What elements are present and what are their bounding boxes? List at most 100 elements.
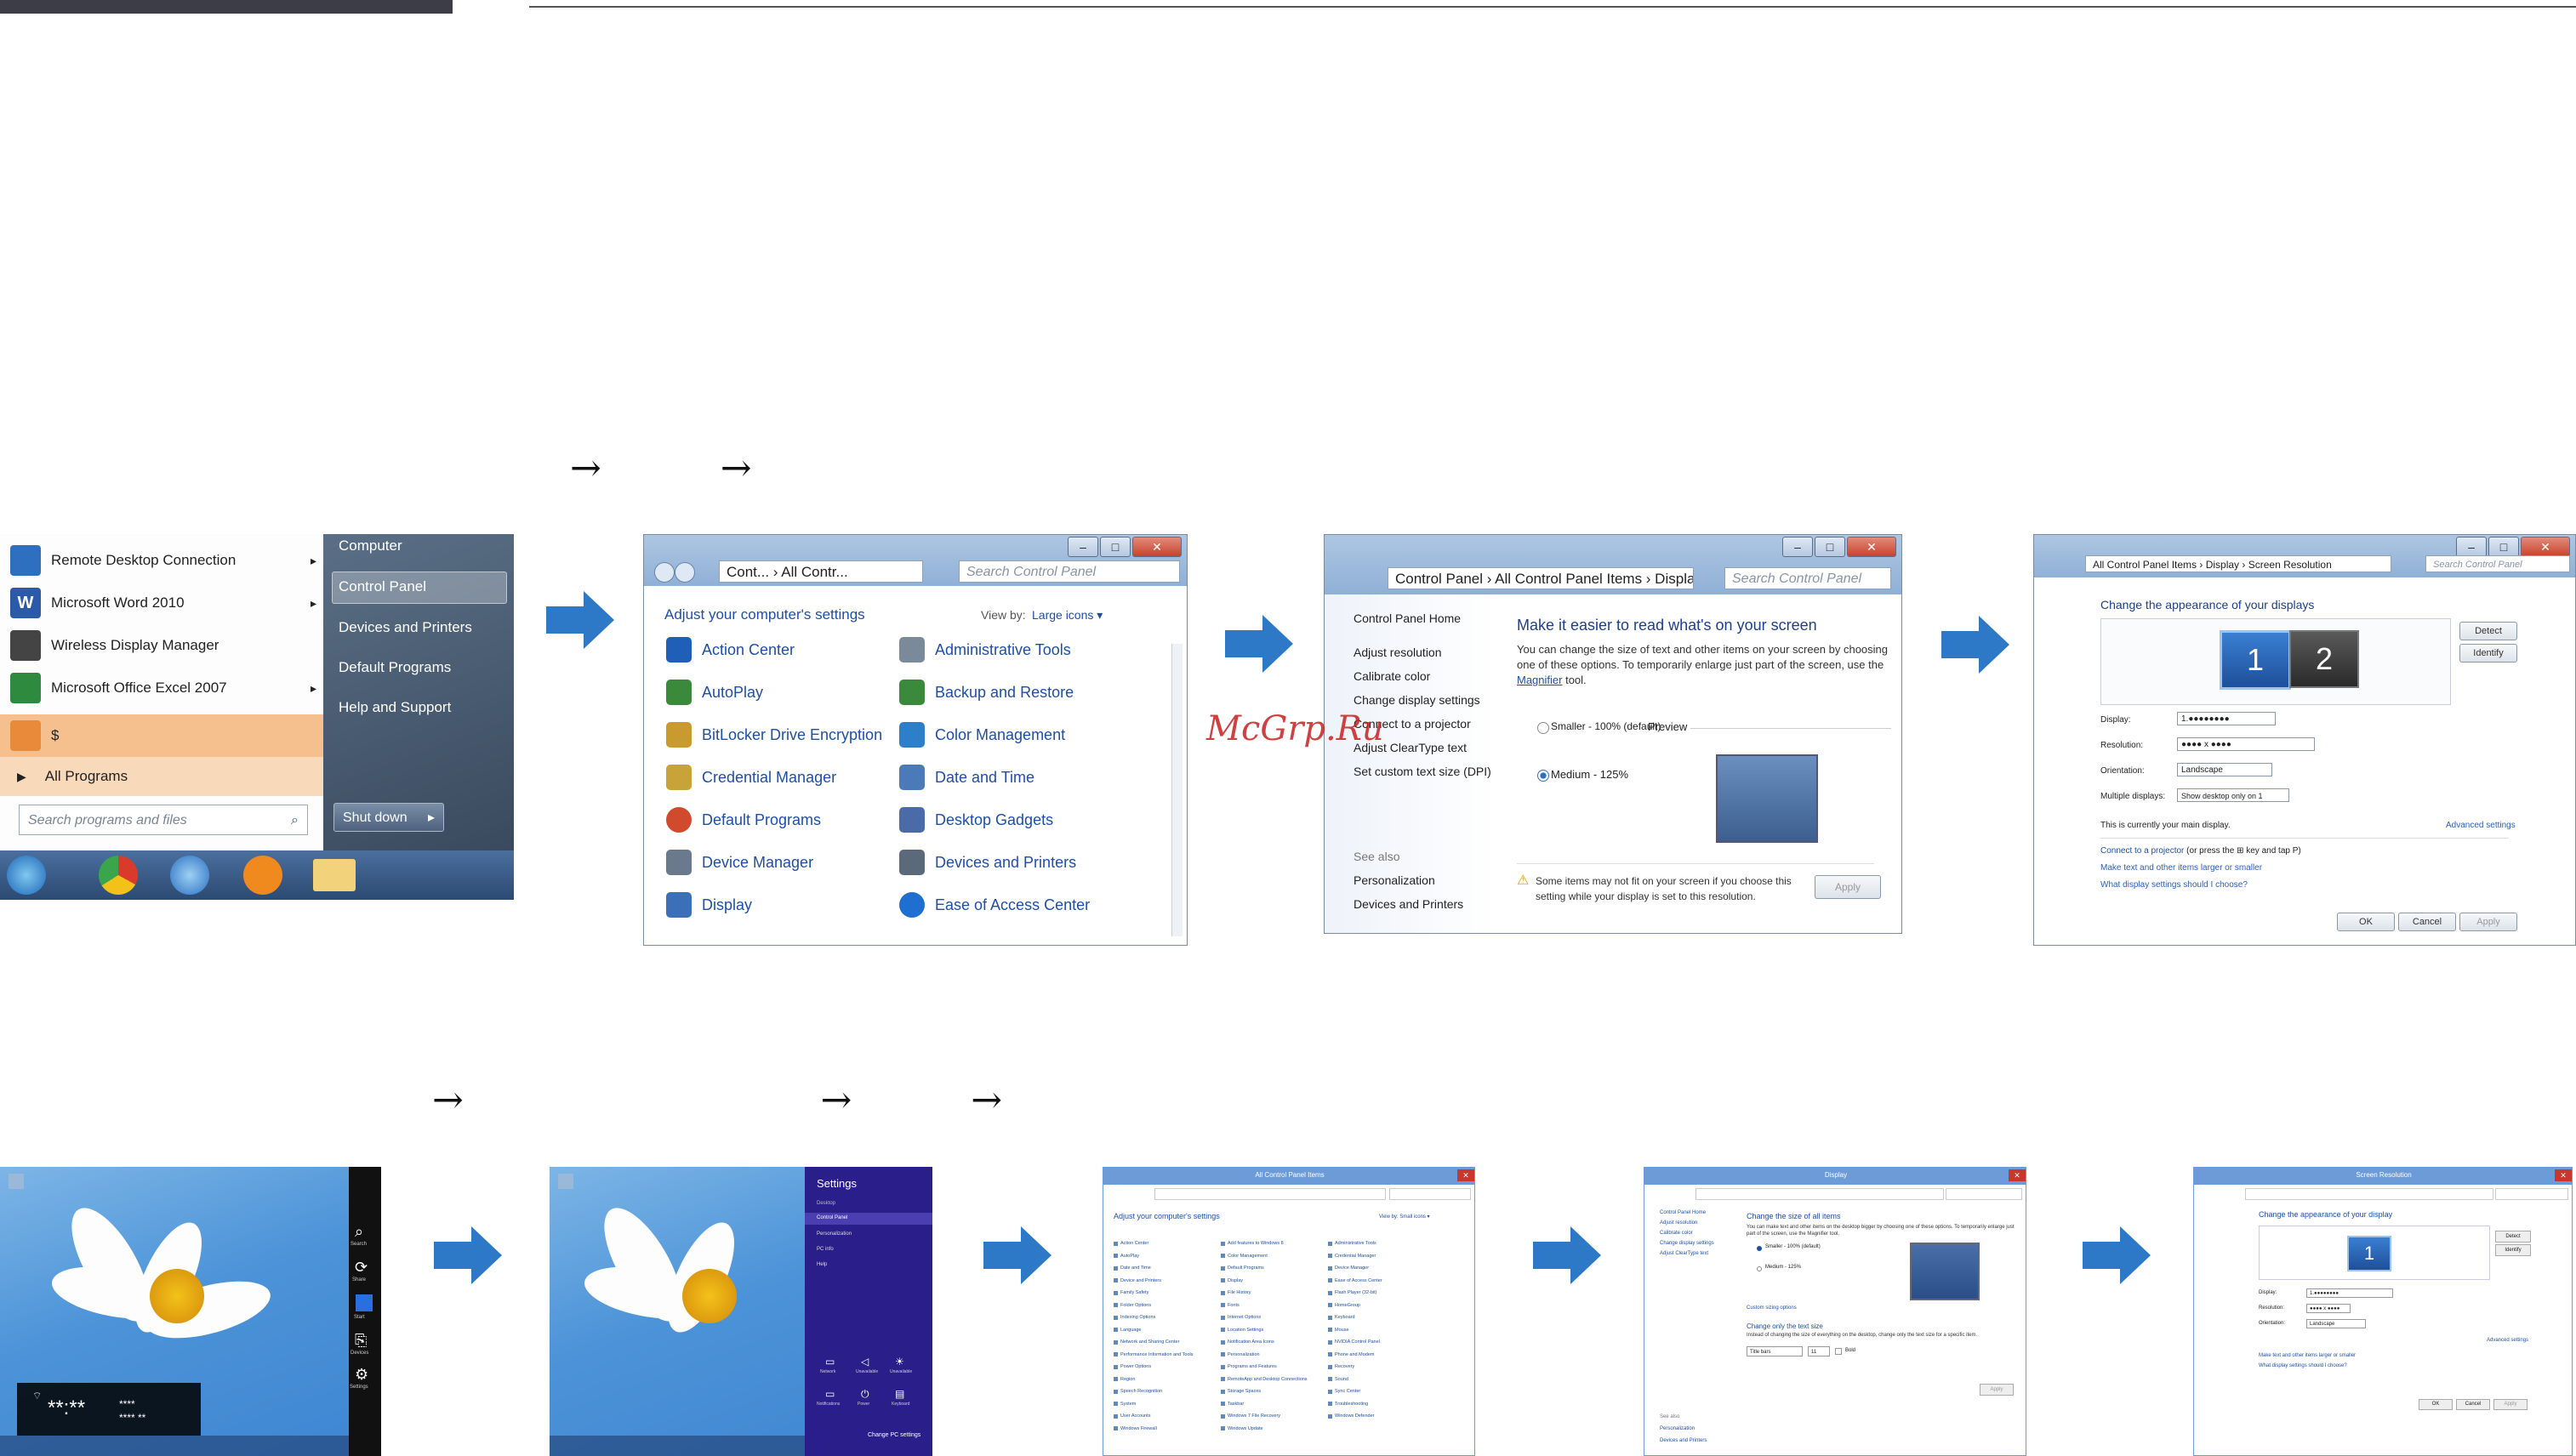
monitor-1[interactable]: 1 xyxy=(2220,630,2291,690)
list-item[interactable]: Language xyxy=(1114,1328,1141,1333)
list-item[interactable]: Mouse xyxy=(1328,1328,1349,1333)
list-item[interactable]: Internet Options xyxy=(1221,1315,1261,1320)
start-item-excel[interactable]: Microsoft Office Excel 2007 ▸ xyxy=(10,670,316,706)
apply-button[interactable]: Apply xyxy=(1980,1384,2014,1396)
orientation-dropdown[interactable]: Landscape xyxy=(2177,763,2272,776)
search-input[interactable] xyxy=(1946,1188,2022,1200)
list-item[interactable]: Control Panel Home xyxy=(1660,1210,1706,1215)
apply-button[interactable]: Apply xyxy=(2459,913,2517,931)
search-input[interactable]: Search Control Panel xyxy=(959,560,1180,583)
list-item[interactable]: Taskbar xyxy=(1221,1402,1244,1407)
cp-item-autoplay[interactable]: AutoPlay xyxy=(666,680,763,705)
start-orb-icon[interactable] xyxy=(7,856,46,895)
address-bar[interactable]: Cont... › All Contr... xyxy=(719,560,923,583)
settings-item-personalization[interactable]: Personalization xyxy=(817,1231,852,1237)
maximize-icon[interactable]: □ xyxy=(1100,537,1131,557)
cancel-button[interactable]: Cancel xyxy=(2456,1399,2490,1410)
list-item[interactable]: Programs and Features xyxy=(1221,1364,1277,1369)
start-charm-icon[interactable] xyxy=(356,1294,373,1311)
radio-smaller[interactable] xyxy=(1537,722,1549,734)
list-item[interactable]: Family Safety xyxy=(1114,1290,1148,1295)
orientation-dropdown[interactable]: Landscape xyxy=(2306,1319,2366,1328)
network-tile-icon[interactable]: ▭ xyxy=(825,1356,835,1368)
settings-item-pc-info[interactable]: PC info xyxy=(817,1247,834,1252)
start-search-input[interactable]: Search programs and files ⌕ xyxy=(19,805,308,835)
list-item[interactable]: Adjust ClearType text xyxy=(1660,1251,1708,1256)
search-charm-icon[interactable]: ⌕ xyxy=(355,1223,363,1241)
apply-button[interactable]: Apply xyxy=(1815,875,1881,899)
list-item[interactable]: Windows Defender xyxy=(1328,1413,1374,1419)
shutdown-button[interactable]: Shut down ▸ xyxy=(333,803,444,832)
cancel-button[interactable]: Cancel xyxy=(2398,913,2456,931)
back-icon[interactable] xyxy=(654,562,675,583)
address-bar[interactable] xyxy=(1154,1188,1386,1200)
chrome-icon[interactable] xyxy=(99,856,138,895)
which-settings-link[interactable]: What display settings should I choose? xyxy=(2259,1363,2347,1368)
cp-item-admin-tools[interactable]: Administrative Tools xyxy=(899,637,1071,663)
settings-item-help[interactable]: Help xyxy=(817,1262,827,1267)
brightness-tile-icon[interactable]: ☀ xyxy=(895,1356,904,1368)
list-item[interactable]: Windows Firewall xyxy=(1114,1426,1157,1431)
list-item[interactable]: Sound xyxy=(1328,1377,1348,1382)
list-item[interactable]: Notification Area Icons xyxy=(1221,1339,1274,1345)
resolution-dropdown[interactable]: ●●●● x ●●●● xyxy=(2177,737,2315,751)
resolution-dropdown[interactable]: ●●●● x ●●●● xyxy=(2306,1304,2351,1313)
close-icon[interactable]: ✕ xyxy=(2555,1169,2572,1181)
minimize-icon[interactable]: – xyxy=(2456,537,2487,557)
start-item-remote-desktop[interactable]: Remote Desktop Connection ▸ xyxy=(10,543,316,578)
which-settings-link[interactable]: What display settings should I choose? xyxy=(2100,880,2248,890)
list-item[interactable]: AutoPlay xyxy=(1114,1254,1139,1259)
list-item[interactable]: Credential Manager xyxy=(1328,1254,1376,1259)
item-dropdown[interactable]: Title bars xyxy=(1747,1346,1803,1356)
list-item[interactable]: Keyboard xyxy=(1328,1315,1355,1320)
maximize-icon[interactable]: □ xyxy=(2488,537,2519,557)
minimize-icon[interactable]: – xyxy=(1068,537,1098,557)
settings-item-control-panel[interactable]: Control Panel xyxy=(817,1215,847,1220)
start-right-control-panel[interactable]: Control Panel xyxy=(339,578,426,595)
cp-item-action-center[interactable]: Action Center xyxy=(666,637,795,663)
all-programs-button[interactable]: ▶ All Programs xyxy=(0,757,323,796)
list-item[interactable]: File History xyxy=(1221,1290,1251,1295)
search-input[interactable] xyxy=(1389,1188,1471,1200)
display-dropdown[interactable]: 1.●●●●●●●● xyxy=(2306,1288,2393,1298)
bold-checkbox[interactable] xyxy=(1835,1348,1842,1355)
list-item[interactable]: Folder Options xyxy=(1114,1303,1151,1308)
sidebar-calibrate-color[interactable]: Calibrate color xyxy=(1354,669,1430,683)
address-bar[interactable]: All Control Panel Items › Display › Scre… xyxy=(2085,555,2391,572)
ok-button[interactable]: OK xyxy=(2419,1399,2453,1410)
cp-item-display[interactable]: Display xyxy=(666,892,752,918)
folder-icon[interactable] xyxy=(313,859,356,891)
list-item[interactable]: Default Programs xyxy=(1221,1265,1264,1271)
cp-item-ease-of-access[interactable]: Ease of Access Center xyxy=(899,892,1090,918)
list-item[interactable]: Device and Printers xyxy=(1114,1278,1161,1283)
start-item-wireless-display[interactable]: Wireless Display Manager xyxy=(10,628,316,663)
display-dropdown[interactable]: 1.●●●●●●●● xyxy=(2177,712,2276,725)
list-item[interactable]: Sync Center xyxy=(1328,1389,1360,1394)
list-item[interactable]: Change display settings xyxy=(1660,1241,1714,1246)
identify-button[interactable]: Identify xyxy=(2459,644,2517,663)
monitor-2[interactable]: 2 xyxy=(2289,630,2359,688)
list-item[interactable]: Power Options xyxy=(1114,1364,1151,1369)
text-size-link[interactable]: Make text and other items larger or smal… xyxy=(2100,863,2262,873)
multiple-displays-dropdown[interactable]: Show desktop only on 1 xyxy=(2177,788,2289,802)
list-item[interactable]: Date and Time xyxy=(1114,1265,1151,1271)
cp-item-devices-printers[interactable]: Devices and Printers xyxy=(899,850,1076,875)
list-item[interactable]: Personalization xyxy=(1221,1352,1260,1357)
media-player-icon[interactable] xyxy=(243,856,282,895)
address-bar[interactable]: Control Panel › All Control Panel Items … xyxy=(1388,567,1694,589)
recycle-bin-icon[interactable] xyxy=(558,1174,573,1189)
list-item[interactable]: Phone and Modem xyxy=(1328,1352,1374,1357)
cp-item-credential-manager[interactable]: Credential Manager xyxy=(666,765,836,790)
list-item[interactable]: Storage Spaces xyxy=(1221,1389,1261,1394)
list-item[interactable]: Add features to Windows 8 xyxy=(1221,1241,1284,1246)
start-right-computer[interactable]: Computer xyxy=(339,537,402,555)
list-item[interactable]: Region xyxy=(1114,1377,1135,1382)
list-item[interactable]: Calibrate color xyxy=(1660,1231,1693,1236)
list-item[interactable]: Network and Sharing Center xyxy=(1114,1339,1179,1345)
cp-item-gadgets[interactable]: Desktop Gadgets xyxy=(899,807,1053,833)
list-item[interactable]: Display xyxy=(1221,1278,1243,1283)
monitor-1[interactable]: 1 xyxy=(2347,1236,2391,1271)
font-size-dropdown[interactable]: 11 xyxy=(1808,1346,1830,1356)
list-item[interactable]: Recovery xyxy=(1328,1364,1354,1369)
cp-item-date-time[interactable]: Date and Time xyxy=(899,765,1034,790)
